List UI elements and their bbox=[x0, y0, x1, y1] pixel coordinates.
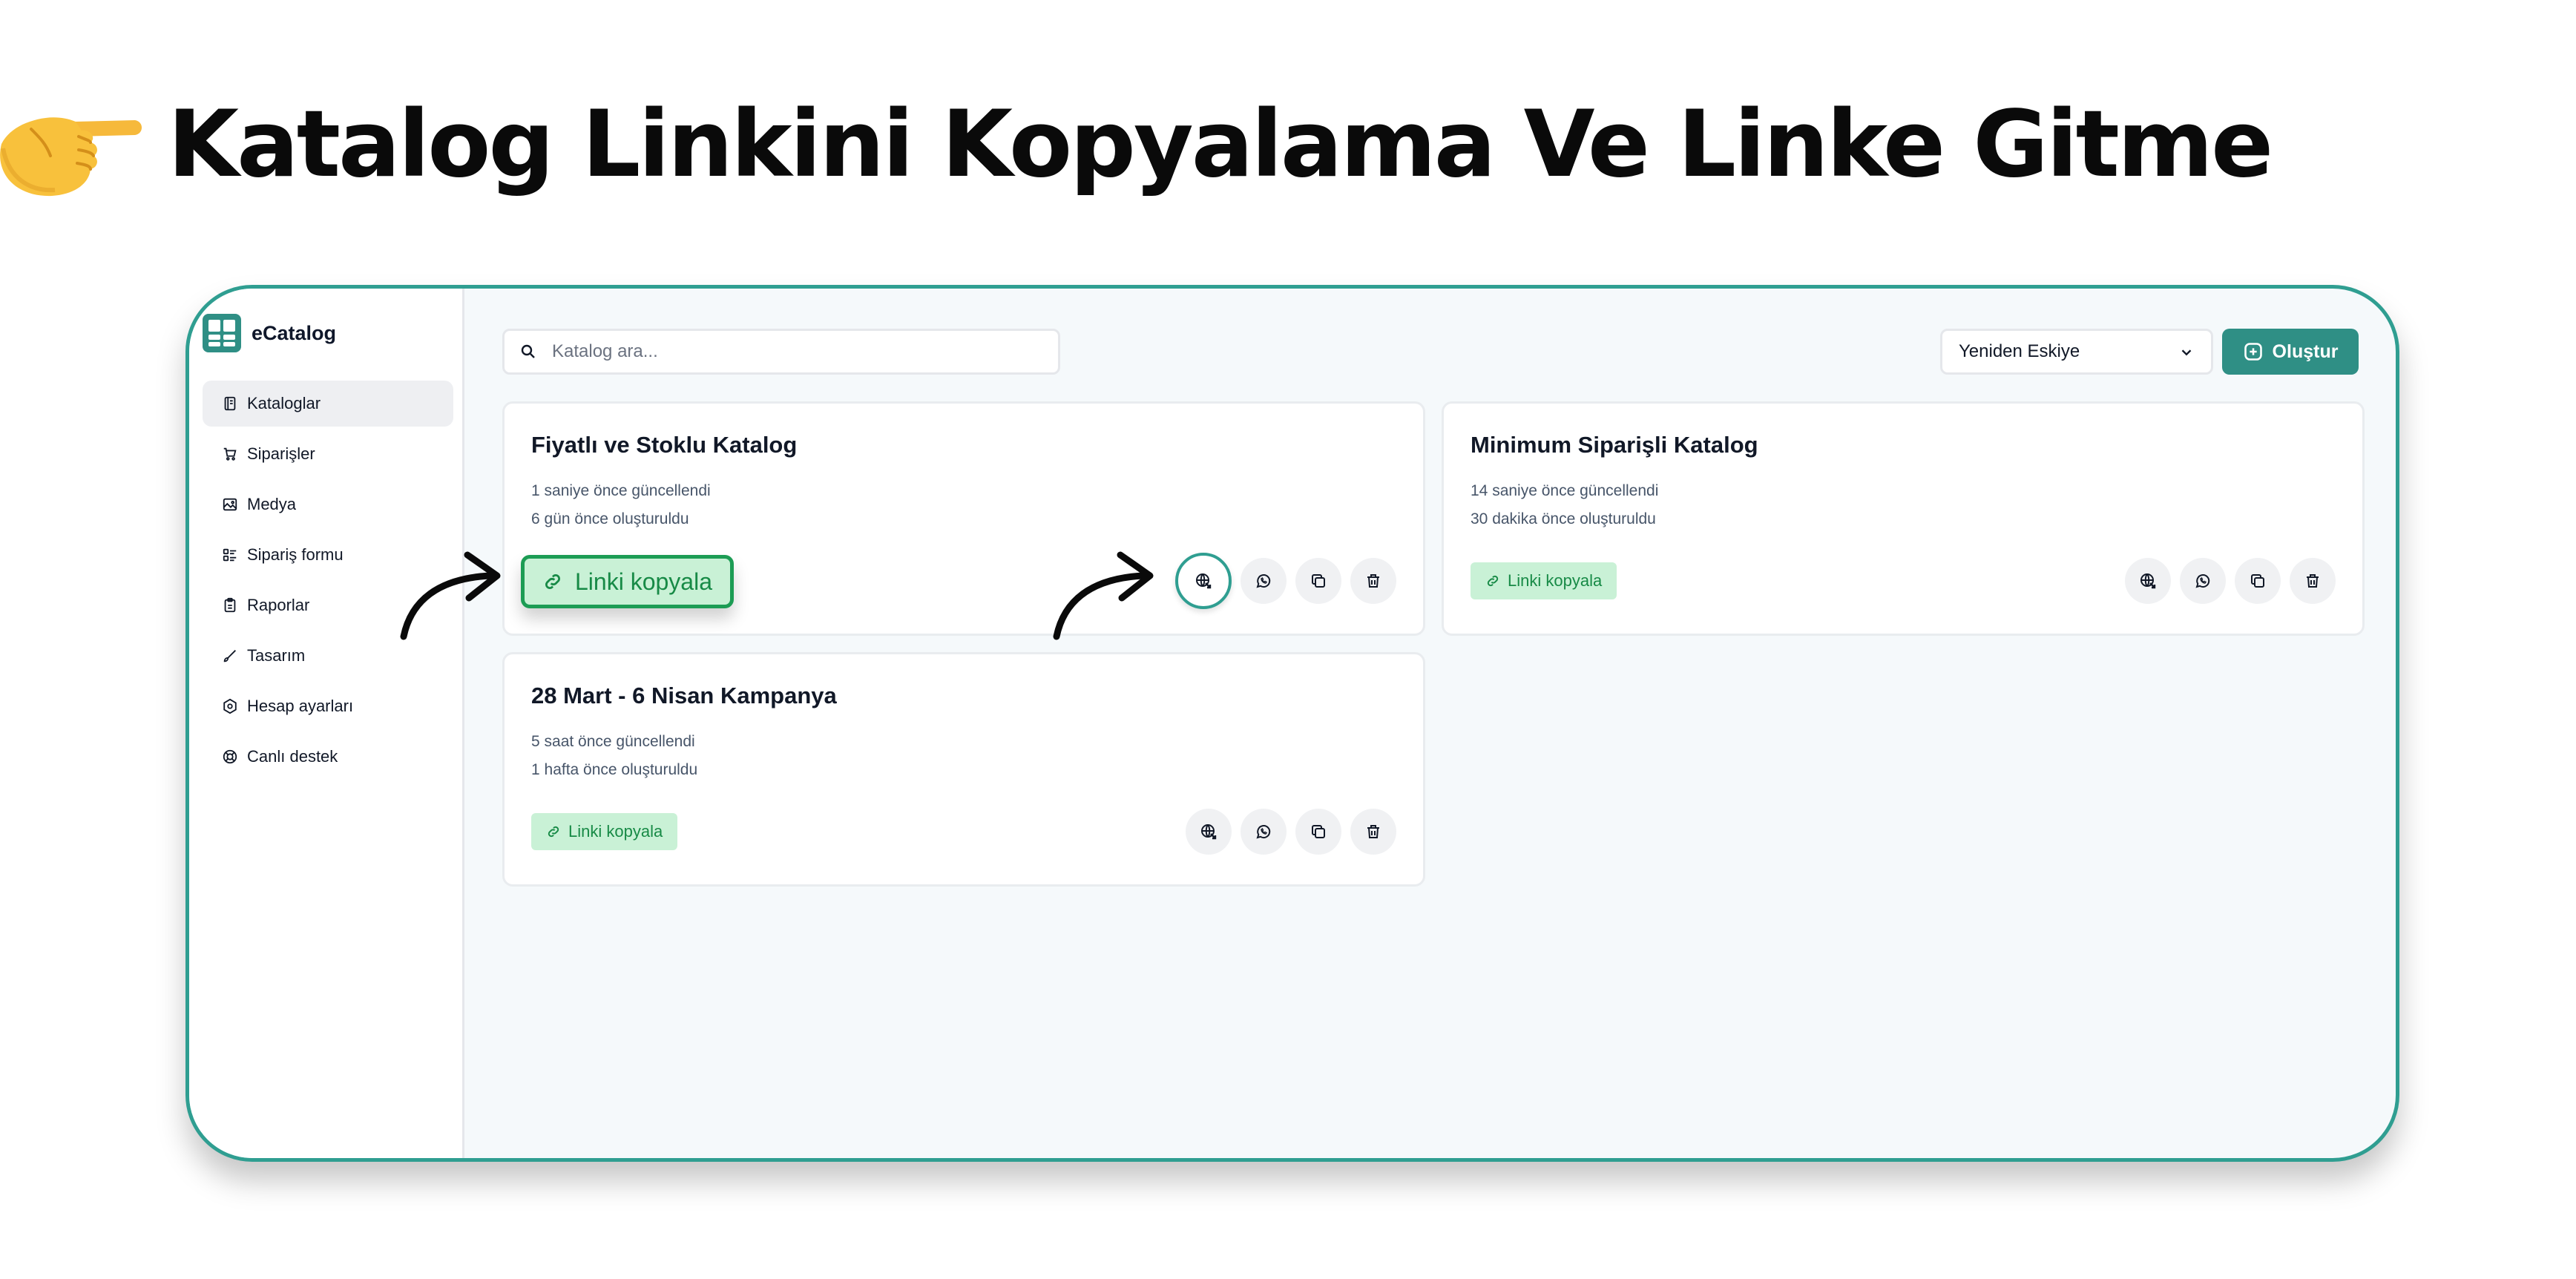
card-actions bbox=[1166, 553, 1396, 609]
open-link-button[interactable] bbox=[1175, 553, 1232, 609]
pointing-hand-emoji-icon bbox=[0, 117, 142, 197]
sidebar-item-raporlar[interactable]: Raporlar bbox=[203, 582, 453, 628]
book-icon bbox=[222, 395, 238, 412]
sidebar-item-hesap-ayarlari[interactable]: Hesap ayarları bbox=[203, 683, 453, 729]
catalog-card: Fiyatlı ve Stoklu Katalog 1 saniye önce … bbox=[502, 401, 1425, 636]
plus-square-icon bbox=[2244, 343, 2262, 361]
copy-link-label: Linki kopyala bbox=[575, 568, 712, 595]
form-icon bbox=[222, 547, 238, 563]
sidebar-item-label: Hesap ayarları bbox=[247, 697, 354, 715]
duplicate-button[interactable] bbox=[1295, 558, 1341, 604]
duplicate-button[interactable] bbox=[2235, 558, 2281, 604]
whatsapp-icon bbox=[2195, 574, 2210, 588]
open-link-button[interactable] bbox=[2125, 558, 2171, 604]
whatsapp-share-button[interactable] bbox=[1241, 809, 1287, 855]
catalog-created: 6 gün önce oluşturuldu bbox=[531, 510, 689, 527]
duplicate-icon bbox=[2251, 574, 2264, 588]
sidebar-item-label: Raporlar bbox=[247, 596, 310, 614]
brush-icon bbox=[222, 648, 238, 664]
sidebar: eCatalog Kataloglar Siparişler Medya Sip… bbox=[189, 289, 464, 1158]
catalog-title: Minimum Siparişli Katalog bbox=[1471, 432, 1758, 458]
card-actions bbox=[1177, 809, 1396, 855]
copy-link-label: Linki kopyala bbox=[1508, 571, 1603, 590]
catalog-updated: 1 saniye önce güncellendi bbox=[531, 482, 711, 499]
sidebar-item-kataloglar[interactable]: Kataloglar bbox=[203, 381, 453, 427]
search-icon bbox=[521, 344, 535, 358]
catalog-card: 28 Mart - 6 Nisan Kampanya 5 saat önce g… bbox=[502, 652, 1425, 887]
sort-select-value: Yeniden Eskiye bbox=[1959, 341, 2080, 361]
trash-icon bbox=[1367, 574, 1379, 588]
sidebar-item-siparisler[interactable]: Siparişler bbox=[203, 431, 453, 477]
create-button[interactable]: Oluştur bbox=[2222, 329, 2359, 375]
duplicate-icon bbox=[1312, 825, 1325, 838]
app-window: eCatalog Kataloglar Siparişler Medya Sip… bbox=[185, 285, 2399, 1162]
copy-link-button[interactable]: Linki kopyala bbox=[531, 813, 678, 850]
whatsapp-icon bbox=[1256, 825, 1271, 839]
sidebar-item-label: Canlı destek bbox=[247, 747, 338, 766]
link-icon bbox=[1487, 575, 1499, 587]
catalog-created: 30 dakika önce oluşturuldu bbox=[1471, 510, 1656, 527]
sidebar-item-siparis-formu[interactable]: Sipariş formu bbox=[203, 532, 453, 578]
delete-button[interactable] bbox=[1350, 809, 1396, 855]
catalog-title: 28 Mart - 6 Nisan Kampanya bbox=[531, 683, 837, 708]
whatsapp-icon bbox=[1256, 574, 1271, 588]
sidebar-item-label: Sipariş formu bbox=[247, 545, 344, 564]
sort-select[interactable]: Yeniden Eskiye bbox=[1940, 329, 2213, 375]
link-icon bbox=[548, 826, 559, 838]
whatsapp-share-button[interactable] bbox=[1241, 558, 1287, 604]
sidebar-item-label: Siparişler bbox=[247, 444, 315, 463]
trash-icon bbox=[1367, 825, 1379, 838]
open-link-button[interactable] bbox=[1186, 809, 1232, 855]
page-headline: Katalog Linkini Kopyalama Ve Linke Gitme bbox=[0, 82, 2273, 208]
clipboard-icon bbox=[222, 597, 238, 614]
duplicate-icon bbox=[1312, 574, 1325, 588]
globe-link-icon bbox=[1196, 573, 1212, 589]
copy-link-label: Linki kopyala bbox=[568, 822, 663, 841]
catalog-title: Fiyatlı ve Stoklu Katalog bbox=[531, 432, 798, 458]
globe-link-icon bbox=[2140, 573, 2156, 589]
sidebar-item-canli-destek[interactable]: Canlı destek bbox=[203, 734, 453, 780]
brand[interactable]: eCatalog bbox=[203, 314, 336, 352]
chevron-down-icon bbox=[2181, 349, 2192, 356]
sidebar-item-label: Medya bbox=[247, 495, 297, 513]
brand-name: eCatalog bbox=[252, 321, 337, 344]
search-box[interactable] bbox=[502, 329, 1060, 375]
duplicate-button[interactable] bbox=[1295, 809, 1341, 855]
copy-link-button[interactable]: Linki kopyala bbox=[1471, 562, 1617, 599]
create-button-label: Oluştur bbox=[2272, 341, 2339, 362]
copy-link-button[interactable]: Linki kopyala bbox=[521, 555, 734, 608]
headline-title: Katalog Linkini Kopyalama Ve Linke Gitme bbox=[168, 91, 2273, 198]
delete-button[interactable] bbox=[1350, 558, 1396, 604]
ecatalog-logo-icon bbox=[203, 314, 241, 352]
trash-icon bbox=[2307, 574, 2319, 588]
sidebar-item-medya[interactable]: Medya bbox=[203, 481, 453, 527]
sidebar-item-label: Tasarım bbox=[247, 646, 306, 665]
whatsapp-share-button[interactable] bbox=[2180, 558, 2226, 604]
card-actions bbox=[2116, 558, 2336, 604]
sidebar-nav: Kataloglar Siparişler Medya Sipariş form… bbox=[203, 381, 453, 784]
delete-button[interactable] bbox=[2290, 558, 2336, 604]
globe-link-icon bbox=[1201, 824, 1217, 840]
sidebar-item-label: Kataloglar bbox=[247, 394, 321, 412]
cart-icon bbox=[222, 446, 238, 462]
lifebuoy-icon bbox=[222, 749, 238, 765]
catalog-created: 1 hafta önce oluşturuldu bbox=[531, 761, 698, 778]
catalog-card: Minimum Siparişli Katalog 14 saniye önce… bbox=[1442, 401, 2365, 636]
catalog-updated: 14 saniye önce güncellendi bbox=[1471, 482, 1659, 499]
settings-icon bbox=[222, 698, 238, 714]
catalog-updated: 5 saat önce güncellendi bbox=[531, 733, 695, 750]
link-icon bbox=[545, 573, 561, 590]
sidebar-item-tasarim[interactable]: Tasarım bbox=[203, 633, 453, 679]
search-input[interactable] bbox=[551, 341, 1028, 363]
image-icon bbox=[222, 496, 238, 513]
